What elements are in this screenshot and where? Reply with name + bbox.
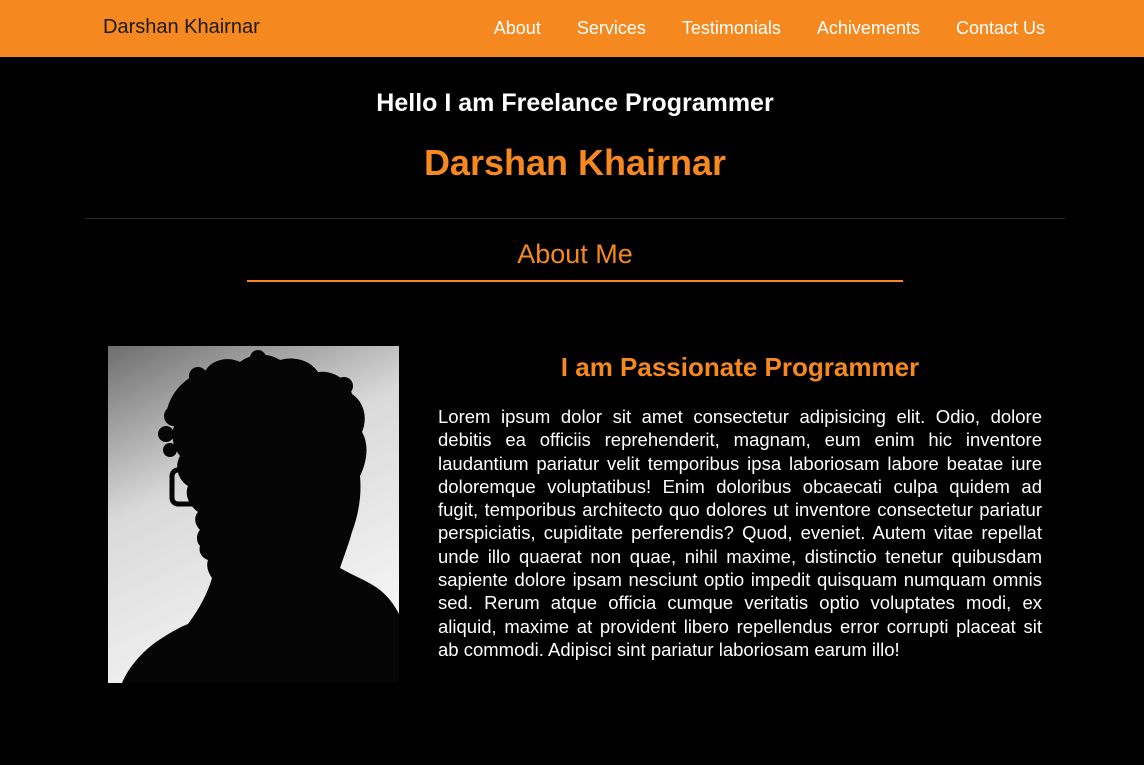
about-heading: I am Passionate Programmer [560,352,920,382]
nav-link-services[interactable]: Services [577,18,646,39]
nav-link-about[interactable]: About [494,18,541,39]
about-section-title: About Me [517,239,633,269]
profile-photo [108,346,399,683]
nav-links: About Services Testimonials Achivements … [458,18,1045,39]
about-title-underline [247,280,903,282]
nav-link-contact-us[interactable]: Contact Us [956,18,1045,39]
about-body-text: Lorem ipsum dolor sit amet consectetur a… [438,406,1042,660]
hero-name: Darshan Khairnar [423,142,727,183]
hero-divider [85,218,1065,219]
hero-subtitle: Hello I am Freelance Programmer [376,89,774,117]
nav-link-testimonials[interactable]: Testimonials [682,18,781,39]
brand-link[interactable]: Darshan Khairnar [103,16,260,39]
nav-link-achivements[interactable]: Achivements [817,18,920,39]
navbar: Darshan Khairnar About Services Testimon… [0,0,1144,57]
